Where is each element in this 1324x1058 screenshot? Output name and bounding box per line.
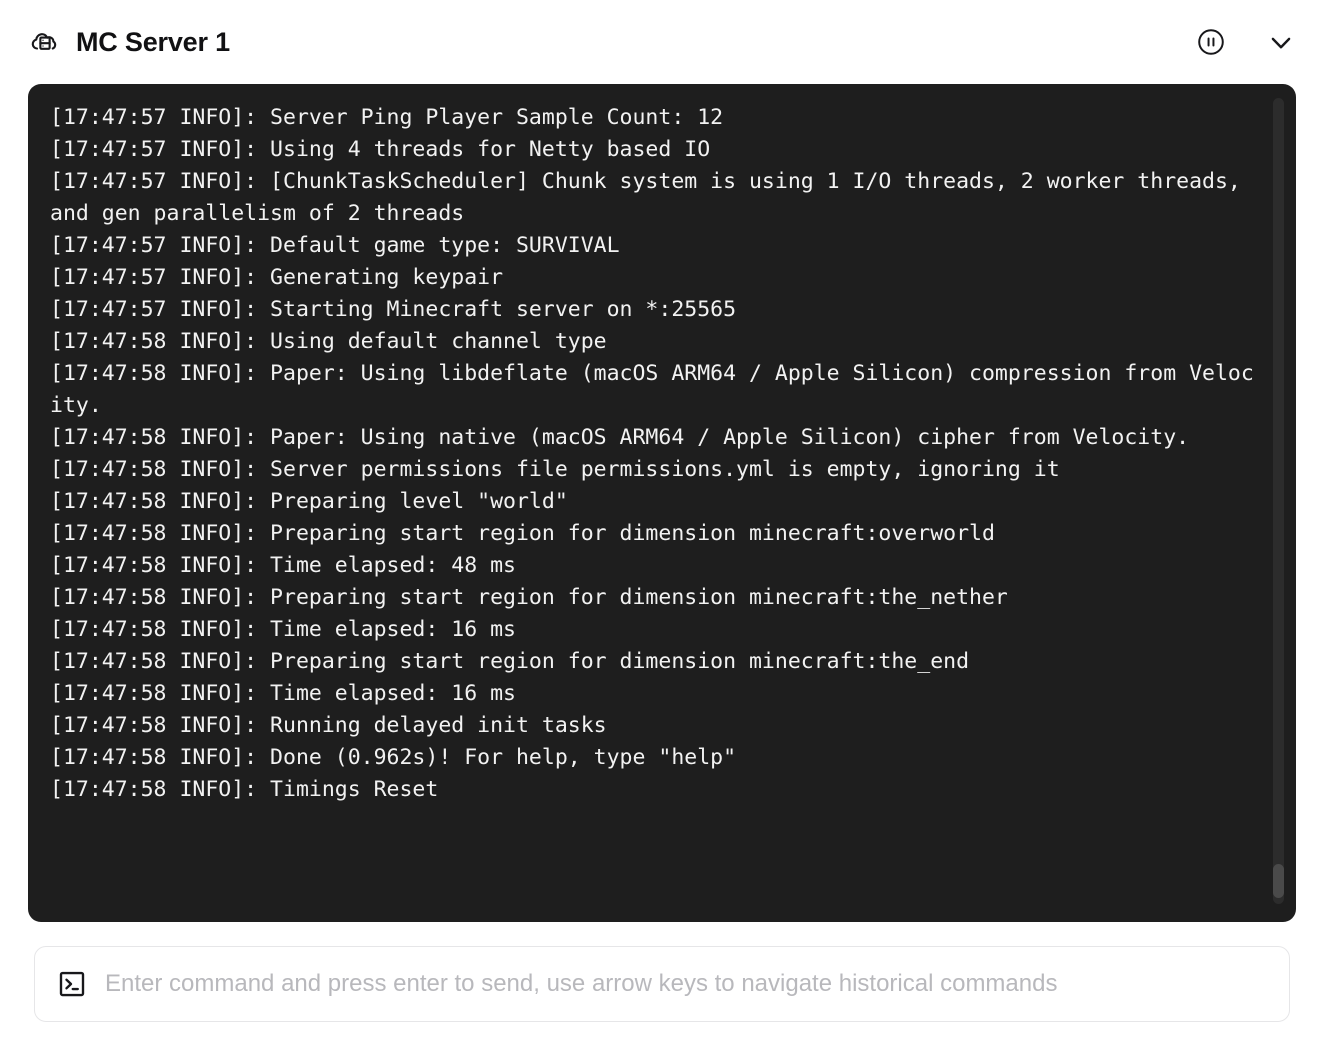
header-left-group: MC Server 1: [30, 27, 1196, 57]
console-log-line: [17:47:58 INFO]: Server permissions file…: [50, 457, 1060, 482]
header-actions: [1196, 27, 1296, 57]
console-scrollbar-thumb[interactable]: [1273, 864, 1284, 898]
console-log-line: [17:47:58 INFO]: Using default channel t…: [50, 329, 607, 354]
cloud-server-icon: [30, 27, 60, 57]
console-log-line: [17:47:58 INFO]: Time elapsed: 16 ms: [50, 617, 516, 642]
panel-header: MC Server 1: [0, 0, 1324, 84]
console-log-line: [17:47:58 INFO]: Preparing start region …: [50, 585, 1008, 610]
command-input[interactable]: [105, 970, 1267, 998]
console-log-line: [17:47:57 INFO]: Server Ping Player Samp…: [50, 105, 724, 130]
pause-circle-icon: [1197, 28, 1225, 56]
console-log: [17:47:57 INFO]: Server Ping Player Samp…: [50, 102, 1266, 806]
console-log-line: [17:47:58 INFO]: Time elapsed: 48 ms: [50, 553, 516, 578]
chevron-down-icon: [1266, 27, 1296, 57]
console-log-line: [17:47:57 INFO]: Starting Minecraft serv…: [50, 297, 737, 322]
console-log-line: [17:47:58 INFO]: Running delayed init ta…: [50, 713, 607, 738]
collapse-button[interactable]: [1266, 27, 1296, 57]
console-output-panel[interactable]: [17:47:57 INFO]: Server Ping Player Samp…: [28, 84, 1296, 922]
page-title: MC Server 1: [76, 26, 230, 57]
server-console-panel: MC Server 1 [17:47:57 INFO]: Server Ping…: [0, 0, 1324, 1058]
console-log-line: [17:47:57 INFO]: Using 4 threads for Net…: [50, 137, 711, 162]
console-scroll-area[interactable]: [17:47:57 INFO]: Server Ping Player Samp…: [28, 84, 1296, 922]
terminal-prompt-icon: [57, 969, 87, 999]
console-log-line: [17:47:58 INFO]: Paper: Using native (ma…: [50, 425, 1190, 450]
console-log-line: [17:47:58 INFO]: Preparing start region …: [50, 649, 970, 674]
console-log-line: [17:47:58 INFO]: Preparing level "world": [50, 489, 568, 514]
pause-button[interactable]: [1196, 27, 1226, 57]
console-log-line: [17:47:58 INFO]: Done (0.962s)! For help…: [50, 745, 737, 770]
console-log-line: [17:47:58 INFO]: Paper: Using libdeflate…: [50, 361, 1254, 418]
console-log-line: [17:47:58 INFO]: Preparing start region …: [50, 521, 995, 546]
console-scrollbar-track[interactable]: [1273, 98, 1284, 904]
console-log-line: [17:47:58 INFO]: Time elapsed: 16 ms: [50, 681, 516, 706]
console-log-line: [17:47:58 INFO]: Timings Reset: [50, 777, 439, 802]
console-log-line: [17:47:57 INFO]: Generating keypair: [50, 265, 504, 290]
command-input-bar[interactable]: [34, 946, 1290, 1022]
console-log-line: [17:47:57 INFO]: [ChunkTaskScheduler] Ch…: [50, 169, 1254, 226]
console-log-line: [17:47:57 INFO]: Default game type: SURV…: [50, 233, 620, 258]
